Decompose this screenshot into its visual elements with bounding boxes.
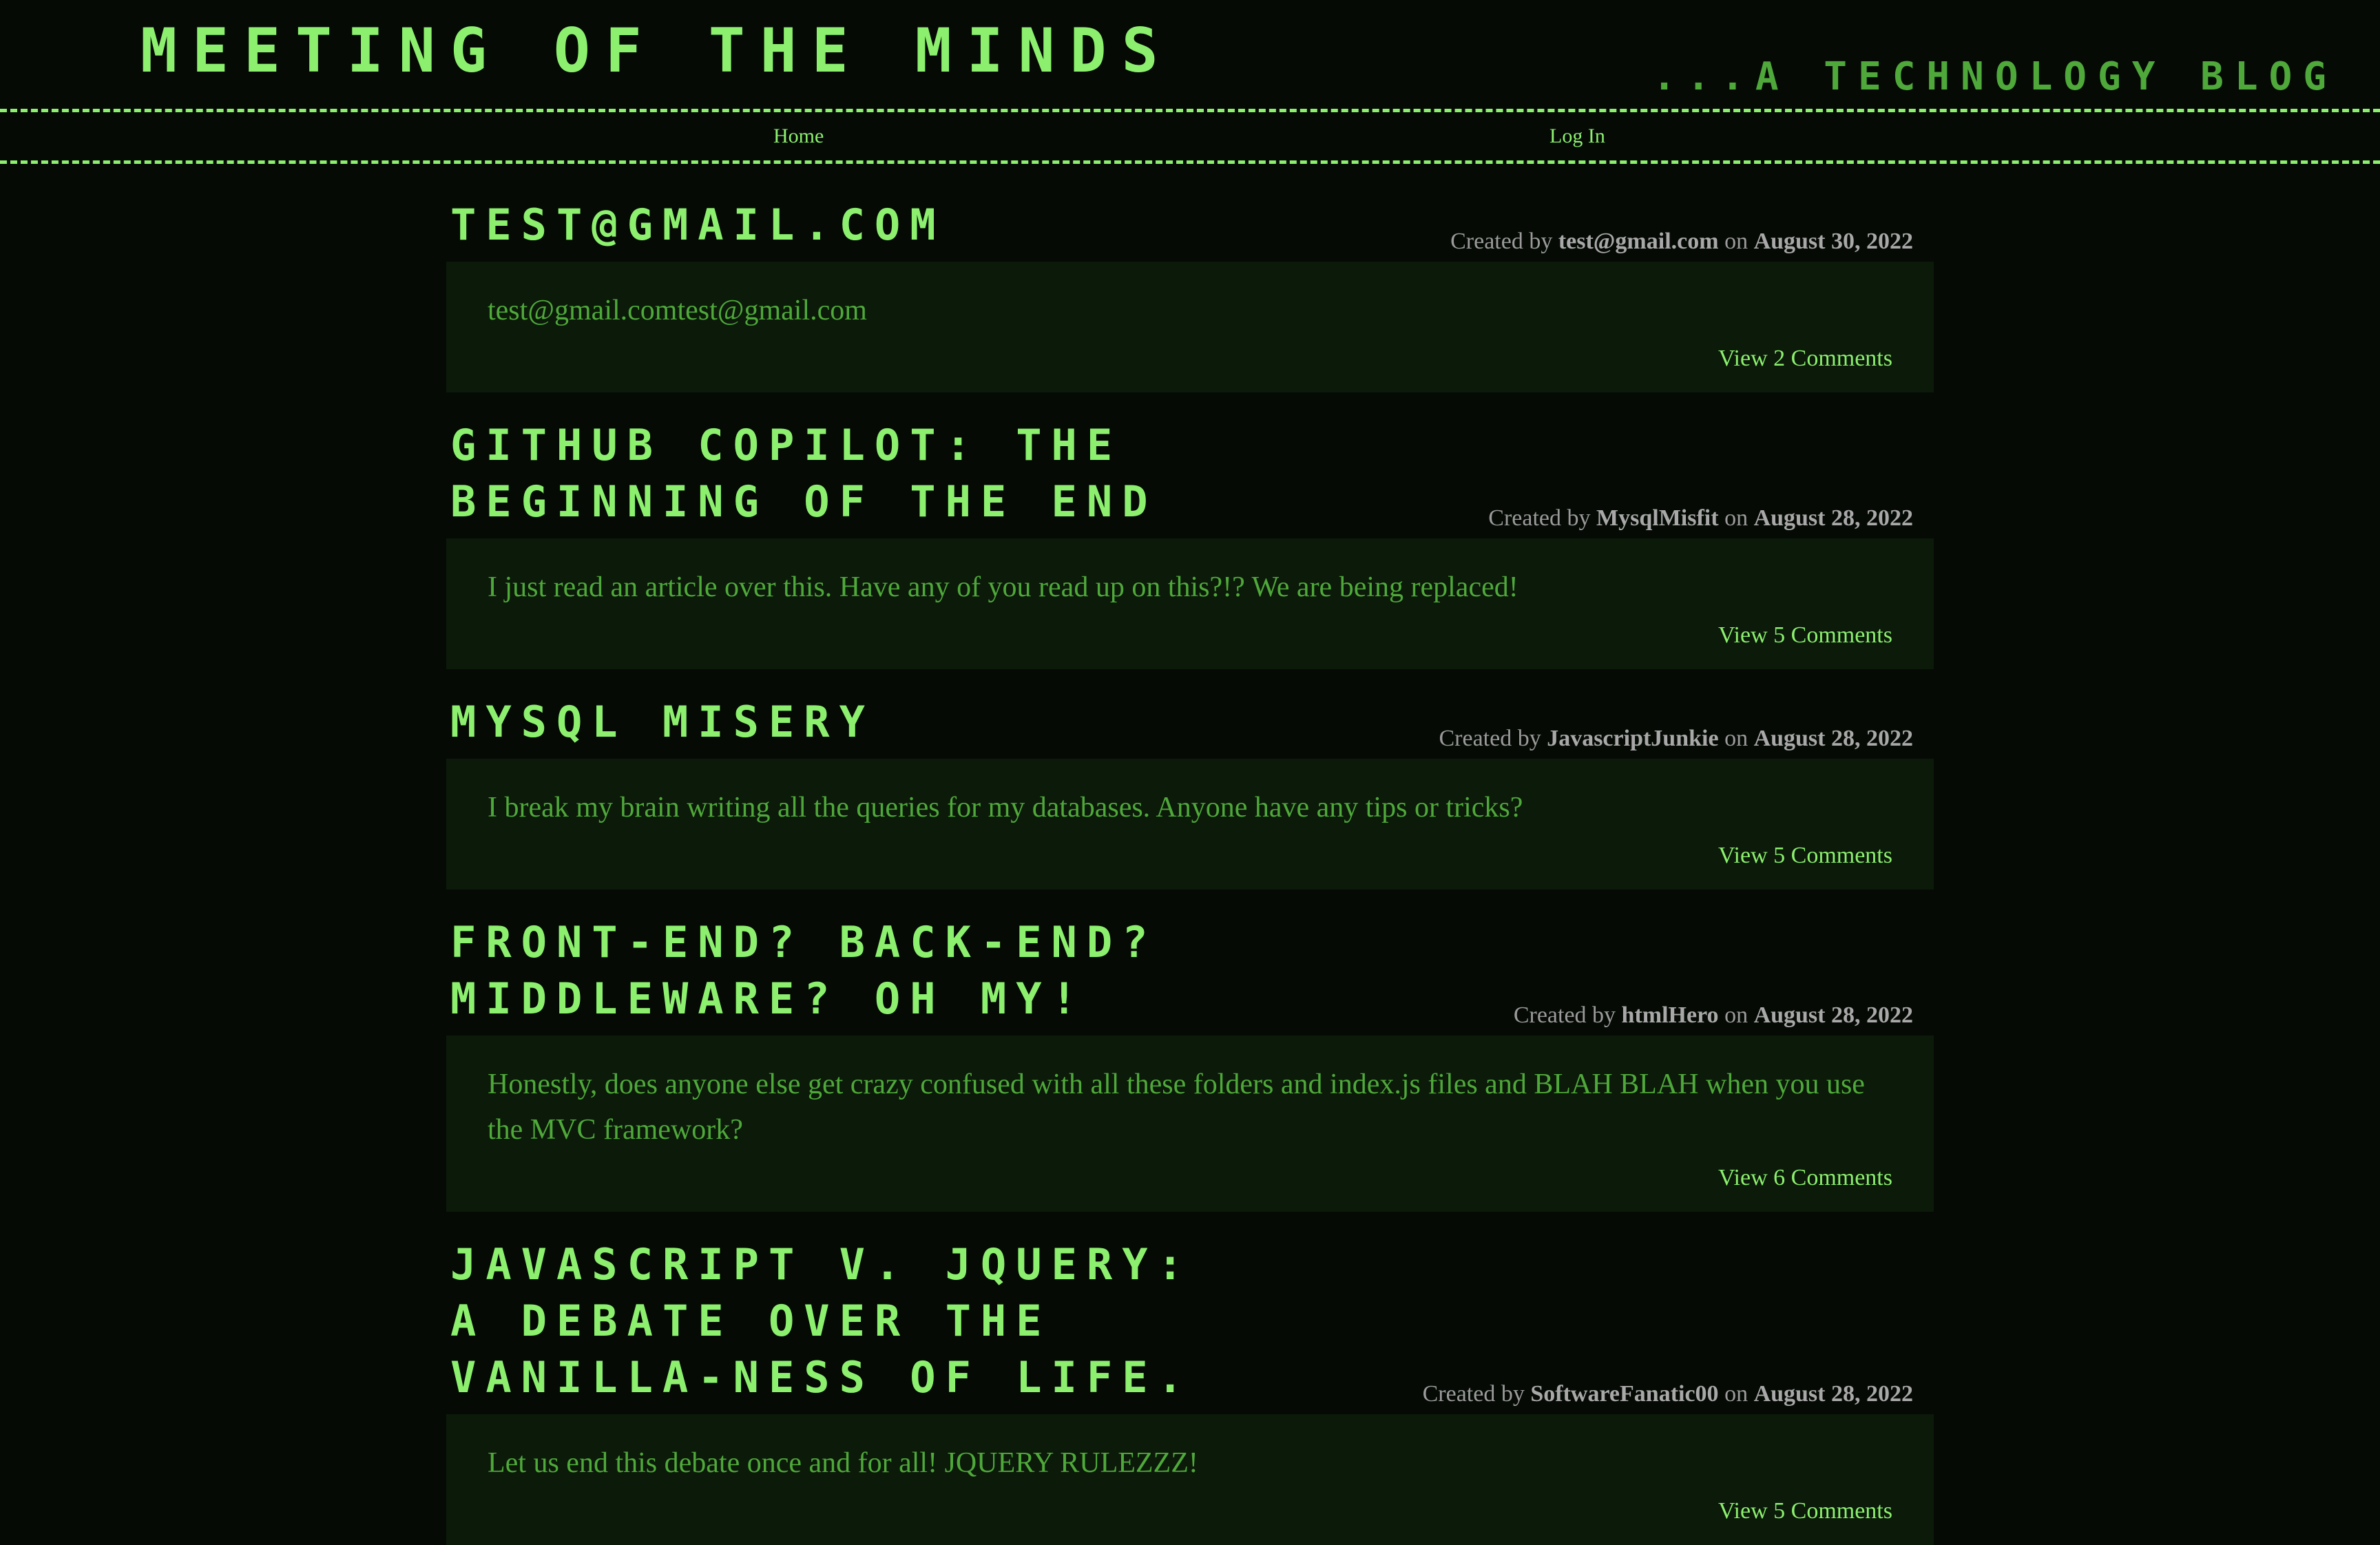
post-title[interactable]: test@gmail.com — [446, 172, 946, 253]
post-text: I break my brain writing all the queries… — [488, 792, 1523, 823]
on-label: on — [1724, 229, 1749, 254]
created-by-label: Created by — [1513, 1002, 1616, 1028]
post-card: JavaScript v. JQuery: A Debate Over the … — [446, 1212, 1934, 1545]
on-label: on — [1724, 1381, 1749, 1407]
post-header: MySQL Misery Created by JavascriptJunkie… — [446, 669, 1934, 759]
post-title[interactable]: MySQL Misery — [446, 669, 875, 750]
view-comments-link[interactable]: View 2 Comments — [488, 347, 1892, 370]
post-meta: Created by JavascriptJunkie on August 28… — [1439, 727, 1934, 750]
nav-home-link[interactable]: Home — [773, 126, 824, 147]
post-text: Honestly, does anyone else get crazy con… — [488, 1069, 1865, 1146]
post-body: I just read an article over this. Have a… — [446, 538, 1934, 669]
post-card: Front-end? Back-end? Middleware? Oh my! … — [446, 890, 1934, 1212]
post-author: htmlHero — [1621, 1002, 1719, 1028]
on-label: on — [1724, 1002, 1749, 1028]
site-tagline: ...A Technology Blog — [1652, 54, 2337, 99]
created-by-label: Created by — [1488, 505, 1591, 531]
site-title: Meeting of the Minds — [140, 15, 1173, 86]
post-meta: Created by test@gmail.com on August 30, … — [1450, 230, 1934, 253]
view-comments-link[interactable]: View 6 Comments — [488, 1166, 1892, 1190]
on-label: on — [1724, 726, 1749, 751]
post-meta: Created by htmlHero on August 28, 2022 — [1514, 1004, 1934, 1027]
post-date: August 30, 2022 — [1753, 229, 1913, 254]
view-comments-link[interactable]: View 5 Comments — [488, 1500, 1892, 1523]
post-date: August 28, 2022 — [1753, 1381, 1913, 1407]
post-card: MySQL Misery Created by JavascriptJunkie… — [446, 669, 1934, 890]
created-by-label: Created by — [1450, 229, 1553, 254]
post-date: August 28, 2022 — [1753, 726, 1913, 751]
post-meta: Created by MysqlMisfit on August 28, 202… — [1488, 507, 1934, 530]
post-header: test@gmail.com Created by test@gmail.com… — [446, 172, 1934, 262]
created-by-label: Created by — [1439, 726, 1541, 751]
post-title[interactable]: JavaScript v. JQuery: A Debate Over the … — [446, 1212, 1242, 1406]
post-date: August 28, 2022 — [1753, 1002, 1913, 1028]
nav-divider-bottom — [0, 160, 2380, 164]
post-author: JavascriptJunkie — [1547, 726, 1719, 751]
created-by-label: Created by — [1422, 1381, 1525, 1407]
post-author: MysqlMisfit — [1596, 505, 1719, 531]
post-title[interactable]: GitHub Copilot: The Beginning of the End — [446, 392, 1242, 530]
post-author: test@gmail.com — [1558, 229, 1719, 254]
post-body: Let us end this debate once and for all!… — [446, 1414, 1934, 1545]
on-label: on — [1724, 505, 1749, 531]
view-comments-link[interactable]: View 5 Comments — [488, 844, 1892, 868]
post-list: test@gmail.com Created by test@gmail.com… — [446, 172, 1934, 1545]
post-body: I break my brain writing all the queries… — [446, 759, 1934, 890]
post-text: I just read an article over this. Have a… — [488, 571, 1518, 603]
post-header: JavaScript v. JQuery: A Debate Over the … — [446, 1212, 1934, 1414]
post-title[interactable]: Front-end? Back-end? Middleware? Oh my! — [446, 890, 1242, 1027]
main-nav: Home Log In — [0, 112, 2380, 160]
site-header: Meeting of the Minds ...A Technology Blo… — [0, 0, 2380, 109]
post-card: test@gmail.com Created by test@gmail.com… — [446, 172, 1934, 392]
post-header: Front-end? Back-end? Middleware? Oh my! … — [446, 890, 1934, 1036]
post-text: test@gmail.comtest@gmail.com — [488, 295, 867, 326]
post-author: SoftwareFanatic00 — [1530, 1381, 1719, 1407]
post-body: test@gmail.comtest@gmail.com View 2 Comm… — [446, 262, 1934, 392]
post-text: Let us end this debate once and for all!… — [488, 1447, 1198, 1479]
post-body: Honestly, does anyone else get crazy con… — [446, 1036, 1934, 1212]
post-header: GitHub Copilot: The Beginning of the End… — [446, 392, 1934, 538]
nav-login-link[interactable]: Log In — [1549, 126, 1605, 147]
post-card: GitHub Copilot: The Beginning of the End… — [446, 392, 1934, 669]
view-comments-link[interactable]: View 5 Comments — [488, 624, 1892, 647]
post-date: August 28, 2022 — [1753, 505, 1913, 531]
post-meta: Created by SoftwareFanatic00 on August 2… — [1423, 1383, 1934, 1406]
